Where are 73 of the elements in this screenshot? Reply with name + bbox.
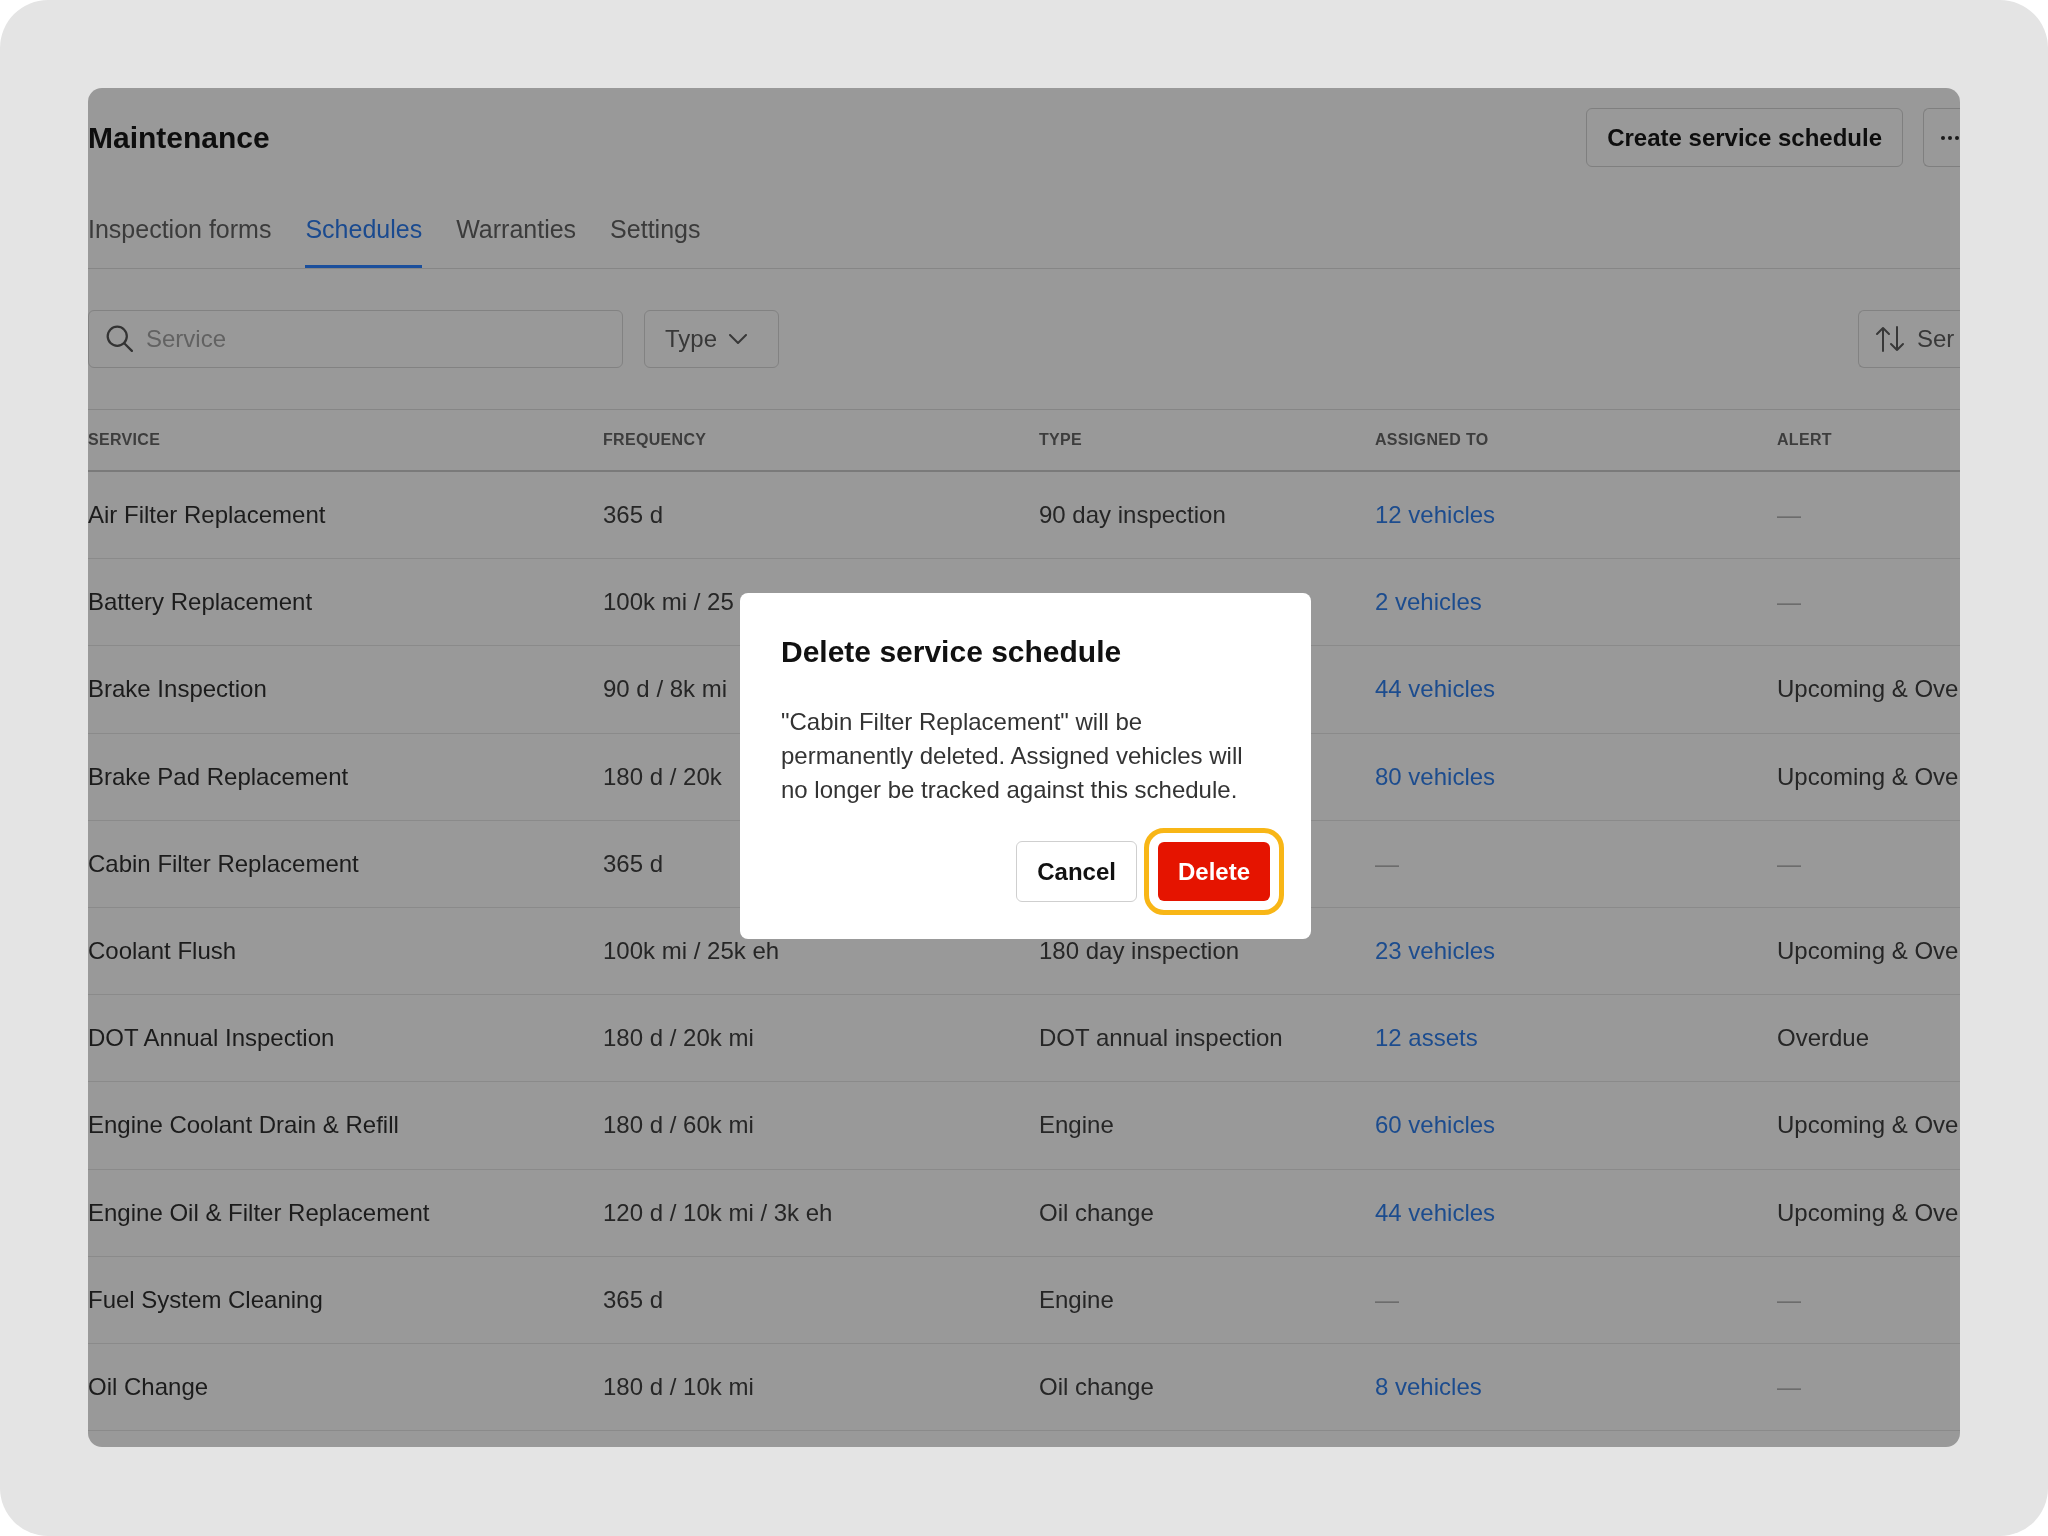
table-cell: — — [1777, 1372, 1801, 1401]
table-cell: Upcoming & Ove — [1777, 762, 1959, 791]
table-cell: Overdue — [1777, 1024, 1870, 1053]
delete-button[interactable]: Delete — [1143, 828, 1284, 915]
table-cell: 365 d — [603, 1285, 664, 1314]
table-cell: Engine Oil & Filter Replacement — [88, 1198, 430, 1227]
dialog-message: "Cabin Filter Replacement" will be permanently deleted. Assigned vehicles will no longer be tracked against this schedule. — [781, 707, 1244, 805]
create-schedule-button[interactable]: Create service schedule — [1586, 108, 1903, 167]
table-cell: 90 day inspection — [1039, 501, 1226, 530]
table-cell: 100k mi / 25 — [603, 588, 734, 617]
table-cell: Cabin Filter Replacement — [88, 849, 359, 878]
table-cell: DOT Annual Inspection — [88, 1024, 335, 1053]
table-cell: 120 d / 10k mi / 3k eh — [603, 1198, 833, 1227]
table-cell: Brake Inspection — [88, 675, 267, 704]
table-cell: Engine — [1039, 1285, 1114, 1314]
table-cell: Engine — [1039, 1111, 1114, 1140]
table-cell: 365 d — [603, 849, 664, 878]
column-header: FREQUENCY — [603, 430, 707, 450]
table-cell: DOT annual inspection — [1039, 1024, 1283, 1053]
assigned-link[interactable]: 2 vehicles — [1375, 588, 1482, 617]
table-cell: — — [1777, 1285, 1801, 1314]
assigned-link[interactable]: 60 vehicles — [1375, 1111, 1496, 1140]
column-header: TYPE — [1039, 430, 1083, 450]
page-title: Maintenance — [88, 119, 270, 156]
table-cell: Upcoming & Ove — [1777, 1198, 1959, 1227]
table-cell: Fuel System Cleaning — [88, 1285, 323, 1314]
tab[interactable]: Schedules — [305, 199, 423, 268]
table-cell: 180 d / 60k mi — [603, 1111, 754, 1140]
tab[interactable]: Inspection forms — [88, 199, 272, 268]
table-cell: — — [1375, 849, 1399, 878]
table-cell: Upcoming & Ove — [1777, 937, 1959, 966]
column-header: SERVICE — [88, 430, 161, 450]
assigned-link[interactable]: 8 vehicles — [1375, 1372, 1482, 1401]
type-dropdown[interactable]: Type — [644, 310, 779, 368]
search-icon — [106, 325, 133, 352]
table-cell: 90 d / 8k mi — [603, 675, 728, 704]
table-cell: — — [1777, 501, 1801, 530]
table-cell: 180 d / 10k mi — [603, 1372, 754, 1401]
sort-arrows-icon — [1875, 326, 1905, 352]
table-cell: Air Filter Replacement — [88, 501, 326, 530]
table-cell: Battery Replacement — [88, 588, 313, 617]
assigned-link[interactable]: 23 vehicles — [1375, 937, 1496, 966]
table-cell: Oil change — [1039, 1372, 1154, 1401]
table-cell: Upcoming & Ove — [1777, 1111, 1959, 1140]
table-cell: Upcoming & Ove — [1777, 675, 1959, 704]
assigned-link[interactable]: 12 assets — [1375, 1024, 1478, 1053]
table-cell: Oil change — [1039, 1198, 1154, 1227]
assigned-link[interactable]: 12 vehicles — [1375, 501, 1496, 530]
column-header: ALERT — [1777, 430, 1832, 450]
table-cell: Coolant Flush — [88, 937, 237, 966]
more-button[interactable] — [1923, 108, 1960, 167]
assigned-link[interactable]: 44 vehicles — [1375, 675, 1496, 704]
assigned-link[interactable]: 80 vehicles — [1375, 762, 1496, 791]
assigned-link[interactable]: 44 vehicles — [1375, 1198, 1496, 1227]
more-icon — [1941, 135, 1959, 140]
table-cell: Brake Pad Replacement — [88, 762, 349, 791]
tab[interactable]: Warranties — [456, 199, 577, 268]
table-cell: 180 day inspection — [1039, 937, 1240, 966]
cancel-button[interactable]: Cancel — [1016, 841, 1137, 902]
sort-button[interactable]: Ser — [1858, 310, 1960, 368]
table-cell: — — [1777, 588, 1801, 617]
column-header: ASSIGNED TO — [1375, 430, 1489, 450]
table-cell: 100k mi / 25k eh — [603, 937, 780, 966]
tab[interactable]: Settings — [610, 199, 701, 268]
table-cell: — — [1777, 849, 1801, 878]
table-cell: Engine Coolant Drain & Refill — [88, 1111, 399, 1140]
table-cell: 365 d — [603, 501, 664, 530]
table-cell: — — [1375, 1285, 1399, 1314]
table-cell: Oil Change — [88, 1372, 209, 1401]
dialog-title: Delete service schedule — [781, 634, 1123, 670]
table-cell: 180 d / 20k mi — [603, 1024, 754, 1053]
chevron-down-icon — [729, 334, 748, 344]
table-cell: 180 d / 20k — [603, 762, 722, 791]
